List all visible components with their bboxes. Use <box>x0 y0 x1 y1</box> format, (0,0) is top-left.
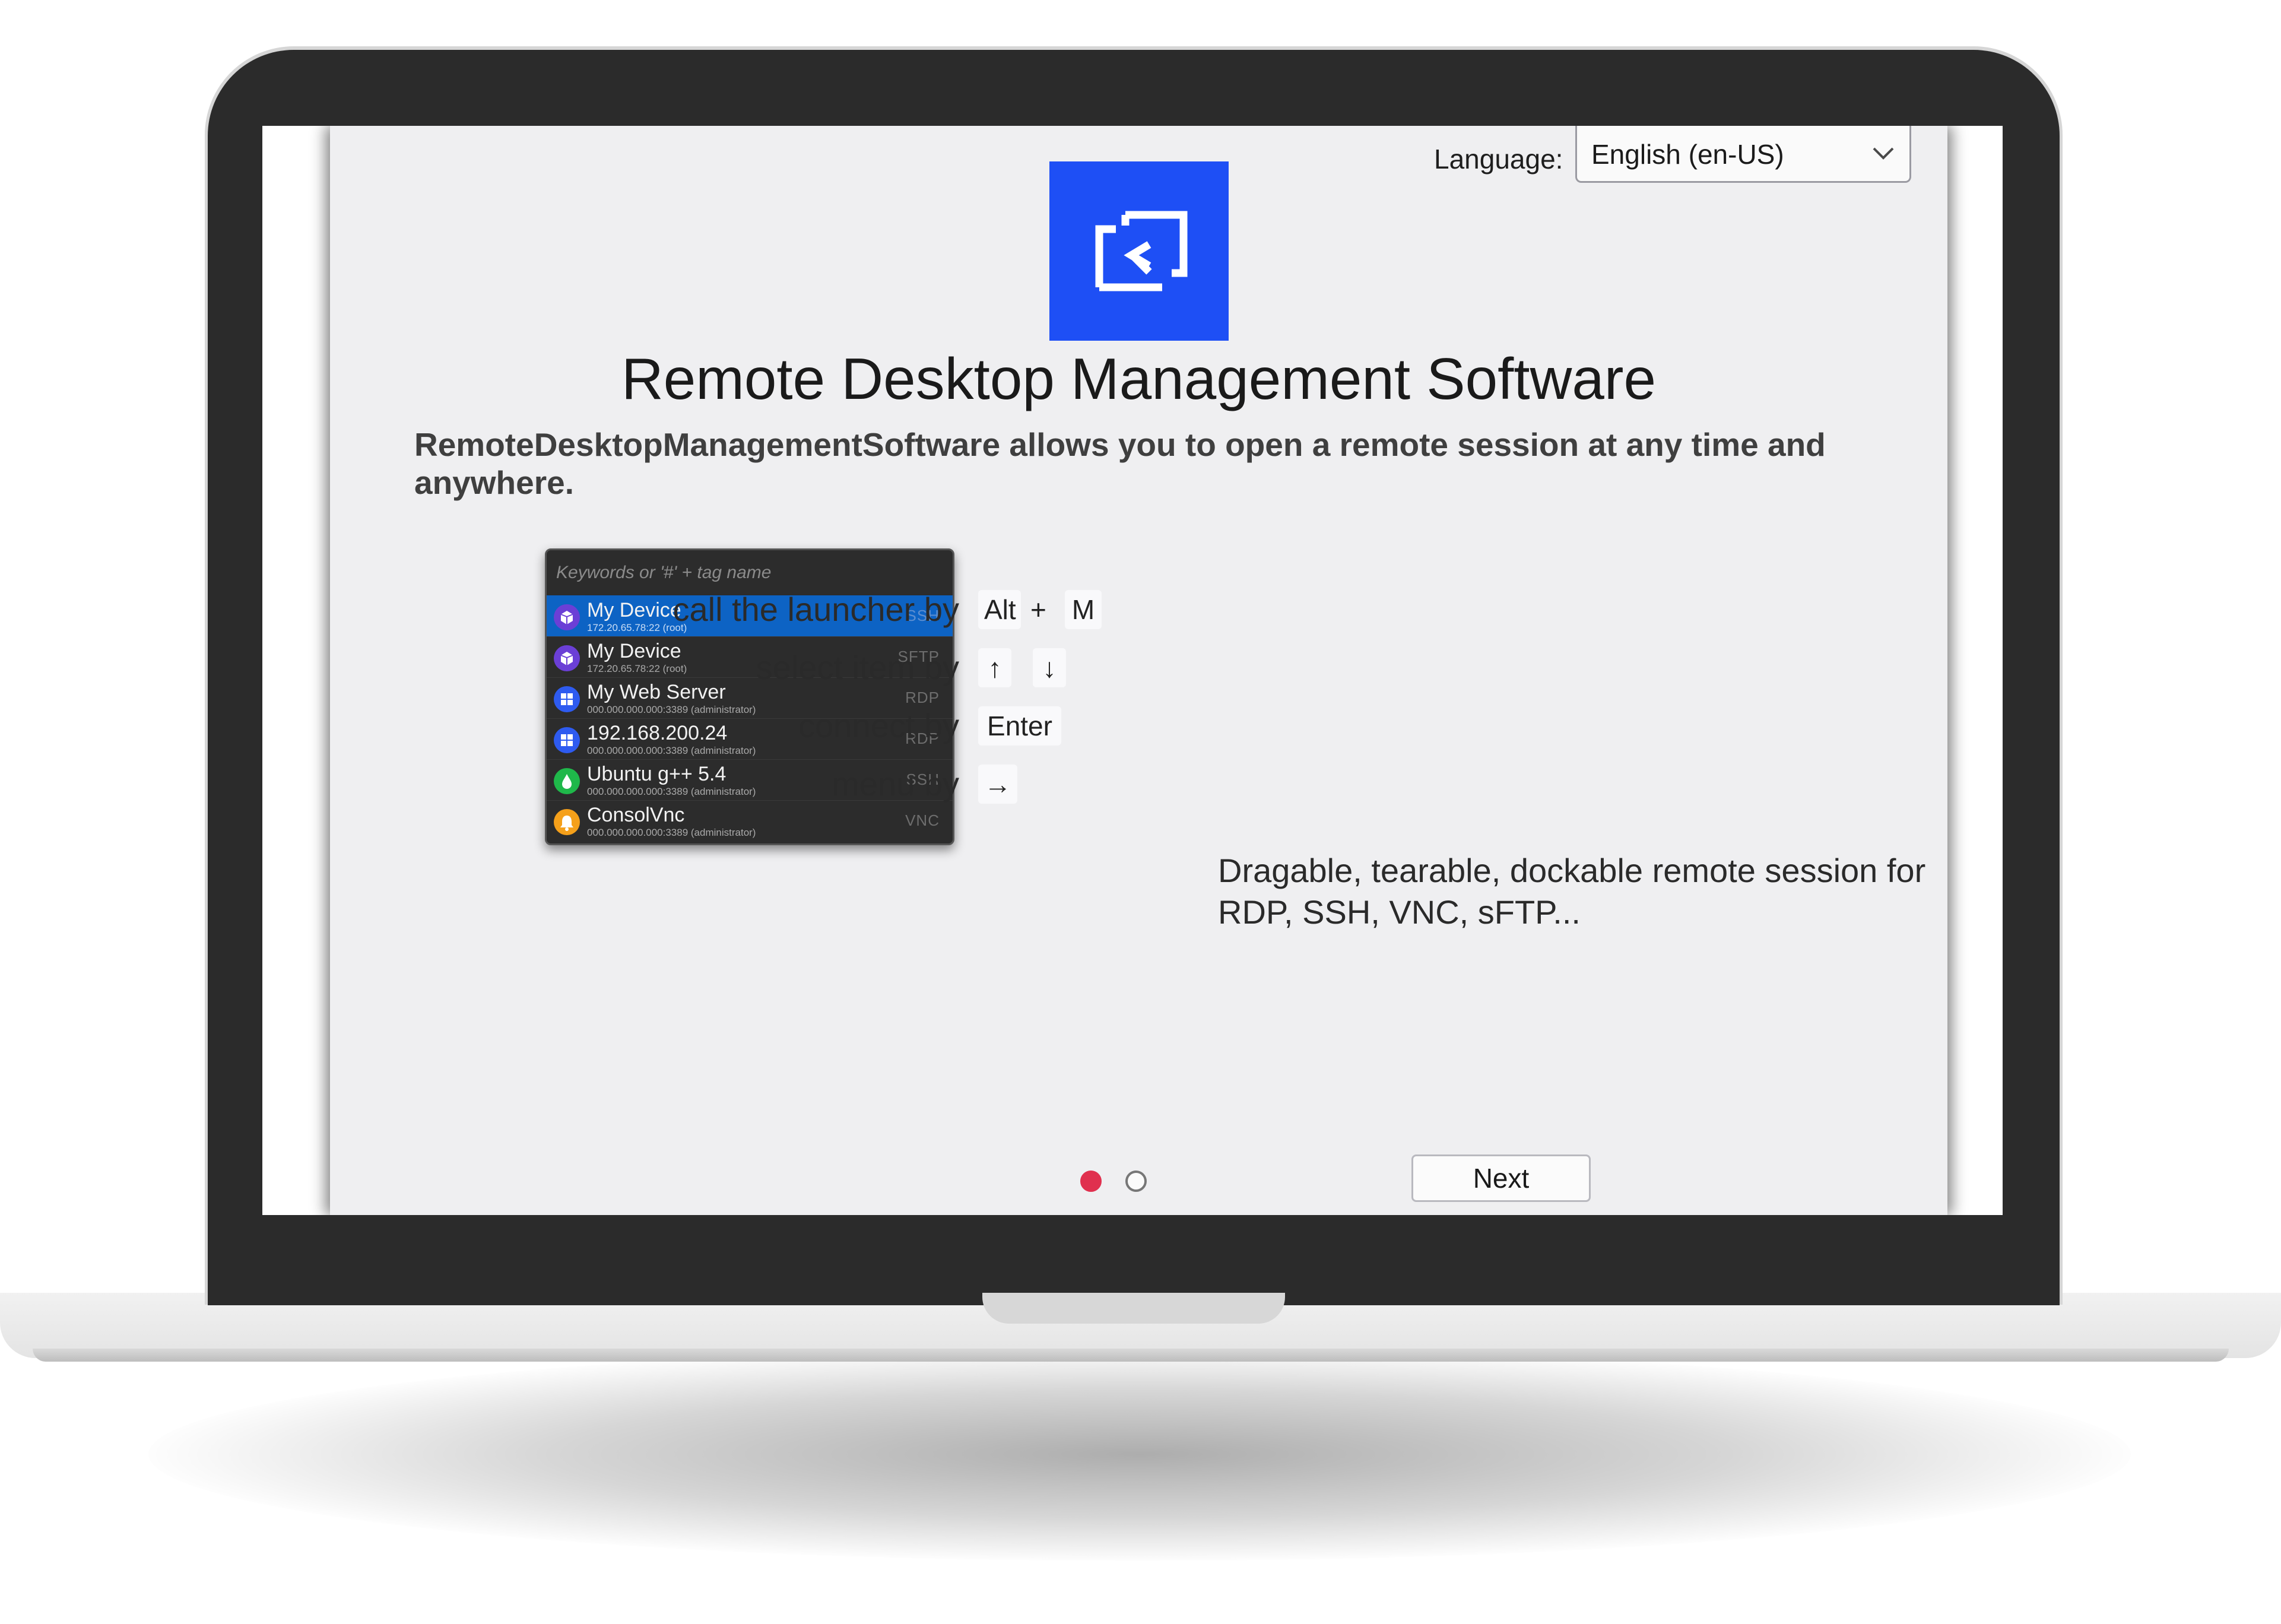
welcome-window: Language: English (en-US) Remote Desktop… <box>330 126 1947 1215</box>
launcher-item-address: 172.20.65.78:22 (root) <box>587 663 687 674</box>
launcher-item-name: 192.168.200.24 <box>587 722 728 744</box>
launcher-item-address: 000.000.000.000:3389 (administrator) <box>587 786 756 797</box>
launcher-item-name: My Web Server <box>587 681 726 703</box>
key-arrow-down: ↓ <box>1033 648 1066 687</box>
page-subtitle: RemoteDesktopManagementSoftware allows y… <box>414 426 1826 501</box>
remote-desktop-logo-icon <box>1095 211 1188 291</box>
feature-description: Dragable, tearable, dockable remote sess… <box>1218 852 1926 931</box>
laptop-base-edge <box>33 1349 2229 1362</box>
key-enter: Enter <box>978 706 1061 746</box>
bell-icon <box>554 809 580 835</box>
launcher-item-name: My Device <box>587 599 681 621</box>
launcher-item-name: My Device <box>587 640 681 662</box>
key-arrow-right: → <box>978 765 1017 804</box>
launcher-item-name: Ubuntu g++ 5.4 <box>587 763 727 785</box>
windows-icon <box>554 727 580 753</box>
app-logo <box>1049 161 1229 341</box>
launcher-item-name: ConsolVnc <box>587 804 685 826</box>
key-alt: Alt <box>978 590 1021 629</box>
page-indicator-1[interactable] <box>1080 1171 1102 1192</box>
language-dropdown[interactable]: English (en-US) <box>1575 126 1911 183</box>
shortcut-launcher-label: call the launcher by <box>672 591 959 628</box>
ssh-cube-icon <box>554 604 580 630</box>
chevron-down-icon <box>1873 147 1894 160</box>
launcher-item-address: 000.000.000.000:3389 (administrator) <box>587 745 756 756</box>
language-selected-value: English (en-US) <box>1591 139 1784 170</box>
next-button[interactable]: Next <box>1411 1154 1591 1202</box>
launcher-item-address: 172.20.65.78:22 (root) <box>587 622 687 633</box>
launcher-item-protocol: VNC <box>905 811 940 829</box>
shortcut-select-label: select item by <box>756 649 959 686</box>
shortcut-menu-label: menu by <box>832 765 959 803</box>
key-plus: + <box>1030 594 1046 625</box>
launcher-item-protocol: RDP <box>905 689 940 706</box>
key-arrow-up: ↑ <box>978 648 1011 687</box>
shortcut-connect-label: connect by <box>798 707 959 744</box>
windows-icon <box>554 686 580 712</box>
sftp-cube-icon <box>554 645 580 671</box>
launcher-item-address: 000.000.000.000:3389 (administrator) <box>587 827 756 838</box>
laptop-hinge-notch <box>982 1293 1285 1324</box>
page-title: Remote Desktop Management Software <box>621 346 1657 411</box>
page-indicator-2[interactable] <box>1125 1171 1147 1192</box>
launcher-item: ConsolVnc 000.000.000.000:3389 (administ… <box>547 800 953 841</box>
language-label: Language: <box>1434 144 1563 175</box>
droplet-icon <box>554 768 580 794</box>
laptop-screen: Language: English (en-US) Remote Desktop… <box>262 126 2003 1215</box>
laptop-shadow <box>148 1347 2131 1561</box>
key-m: M <box>1065 590 1102 629</box>
launcher-item-address: 000.000.000.000:3389 (administrator) <box>587 704 756 715</box>
